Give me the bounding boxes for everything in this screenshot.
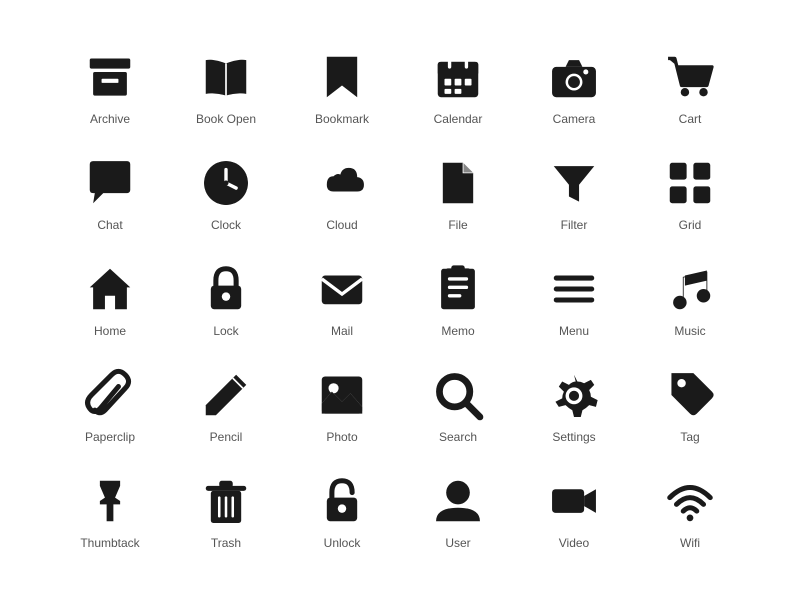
unlock-icon xyxy=(315,474,369,528)
thumbtack-label: Thumbtack xyxy=(80,536,139,550)
search-cell: Search xyxy=(400,358,516,454)
wifi-label: Wifi xyxy=(680,536,700,550)
paperclip-cell: Paperclip xyxy=(52,358,168,454)
grid-label: Grid xyxy=(679,218,702,232)
settings-cell: Settings xyxy=(516,358,632,454)
book-open-label: Book Open xyxy=(196,112,256,126)
photo-icon xyxy=(315,368,369,422)
calendar-icon xyxy=(431,50,485,104)
photo-cell: Photo xyxy=(284,358,400,454)
trash-label: Trash xyxy=(211,536,241,550)
trash-cell: Trash xyxy=(168,464,284,560)
filter-cell: Filter xyxy=(516,146,632,242)
chat-cell: Chat xyxy=(52,146,168,242)
search-icon xyxy=(431,368,485,422)
user-cell: User xyxy=(400,464,516,560)
home-label: Home xyxy=(94,324,126,338)
search-label: Search xyxy=(439,430,477,444)
clock-cell: Clock xyxy=(168,146,284,242)
cloud-cell: Cloud xyxy=(284,146,400,242)
mail-cell: Mail xyxy=(284,252,400,348)
photo-label: Photo xyxy=(326,430,357,444)
bookmark-cell: Bookmark xyxy=(284,40,400,136)
book-open-icon xyxy=(199,50,253,104)
unlock-cell: Unlock xyxy=(284,464,400,560)
thumbtack-icon xyxy=(83,474,137,528)
trash-icon xyxy=(199,474,253,528)
chat-label: Chat xyxy=(97,218,122,232)
wifi-icon xyxy=(663,474,717,528)
user-label: User xyxy=(445,536,470,550)
music-icon xyxy=(663,262,717,316)
chat-icon xyxy=(83,156,137,210)
tag-icon xyxy=(663,368,717,422)
calendar-cell: Calendar xyxy=(400,40,516,136)
memo-icon xyxy=(431,262,485,316)
paperclip-label: Paperclip xyxy=(85,430,135,444)
cart-cell: Cart xyxy=(632,40,748,136)
settings-label: Settings xyxy=(552,430,595,444)
camera-cell: Camera xyxy=(516,40,632,136)
tag-label: Tag xyxy=(680,430,699,444)
calendar-label: Calendar xyxy=(434,112,483,126)
music-label: Music xyxy=(674,324,705,338)
lock-icon xyxy=(199,262,253,316)
file-cell: File xyxy=(400,146,516,242)
paperclip-icon xyxy=(83,368,137,422)
cart-label: Cart xyxy=(679,112,702,126)
bookmark-label: Bookmark xyxy=(315,112,369,126)
tag-cell: Tag xyxy=(632,358,748,454)
menu-label: Menu xyxy=(559,324,589,338)
bookmark-icon xyxy=(315,50,369,104)
file-label: File xyxy=(448,218,467,232)
video-icon xyxy=(547,474,601,528)
cart-icon xyxy=(663,50,717,104)
book-open-cell: Book Open xyxy=(168,40,284,136)
grid-cell: Grid xyxy=(632,146,748,242)
memo-label: Memo xyxy=(441,324,474,338)
user-icon xyxy=(431,474,485,528)
archive-label: Archive xyxy=(90,112,130,126)
unlock-label: Unlock xyxy=(324,536,361,550)
wifi-cell: Wifi xyxy=(632,464,748,560)
camera-label: Camera xyxy=(553,112,596,126)
grid-icon xyxy=(663,156,717,210)
video-cell: Video xyxy=(516,464,632,560)
menu-icon xyxy=(547,262,601,316)
cloud-icon xyxy=(315,156,369,210)
archive-icon xyxy=(83,50,137,104)
clock-icon xyxy=(199,156,253,210)
music-cell: Music xyxy=(632,252,748,348)
thumbtack-cell: Thumbtack xyxy=(52,464,168,560)
pencil-label: Pencil xyxy=(210,430,243,444)
filter-icon xyxy=(547,156,601,210)
home-cell: Home xyxy=(52,252,168,348)
mail-icon xyxy=(315,262,369,316)
cloud-label: Cloud xyxy=(326,218,357,232)
icon-grid: Archive Book Open Bookmark Calendar xyxy=(12,10,788,590)
memo-cell: Memo xyxy=(400,252,516,348)
home-icon xyxy=(83,262,137,316)
lock-cell: Lock xyxy=(168,252,284,348)
camera-icon xyxy=(547,50,601,104)
pencil-cell: Pencil xyxy=(168,358,284,454)
clock-label: Clock xyxy=(211,218,241,232)
menu-cell: Menu xyxy=(516,252,632,348)
mail-label: Mail xyxy=(331,324,353,338)
pencil-icon xyxy=(199,368,253,422)
lock-label: Lock xyxy=(213,324,238,338)
video-label: Video xyxy=(559,536,589,550)
settings-icon xyxy=(547,368,601,422)
archive-cell: Archive xyxy=(52,40,168,136)
file-icon xyxy=(431,156,485,210)
filter-label: Filter xyxy=(561,218,588,232)
